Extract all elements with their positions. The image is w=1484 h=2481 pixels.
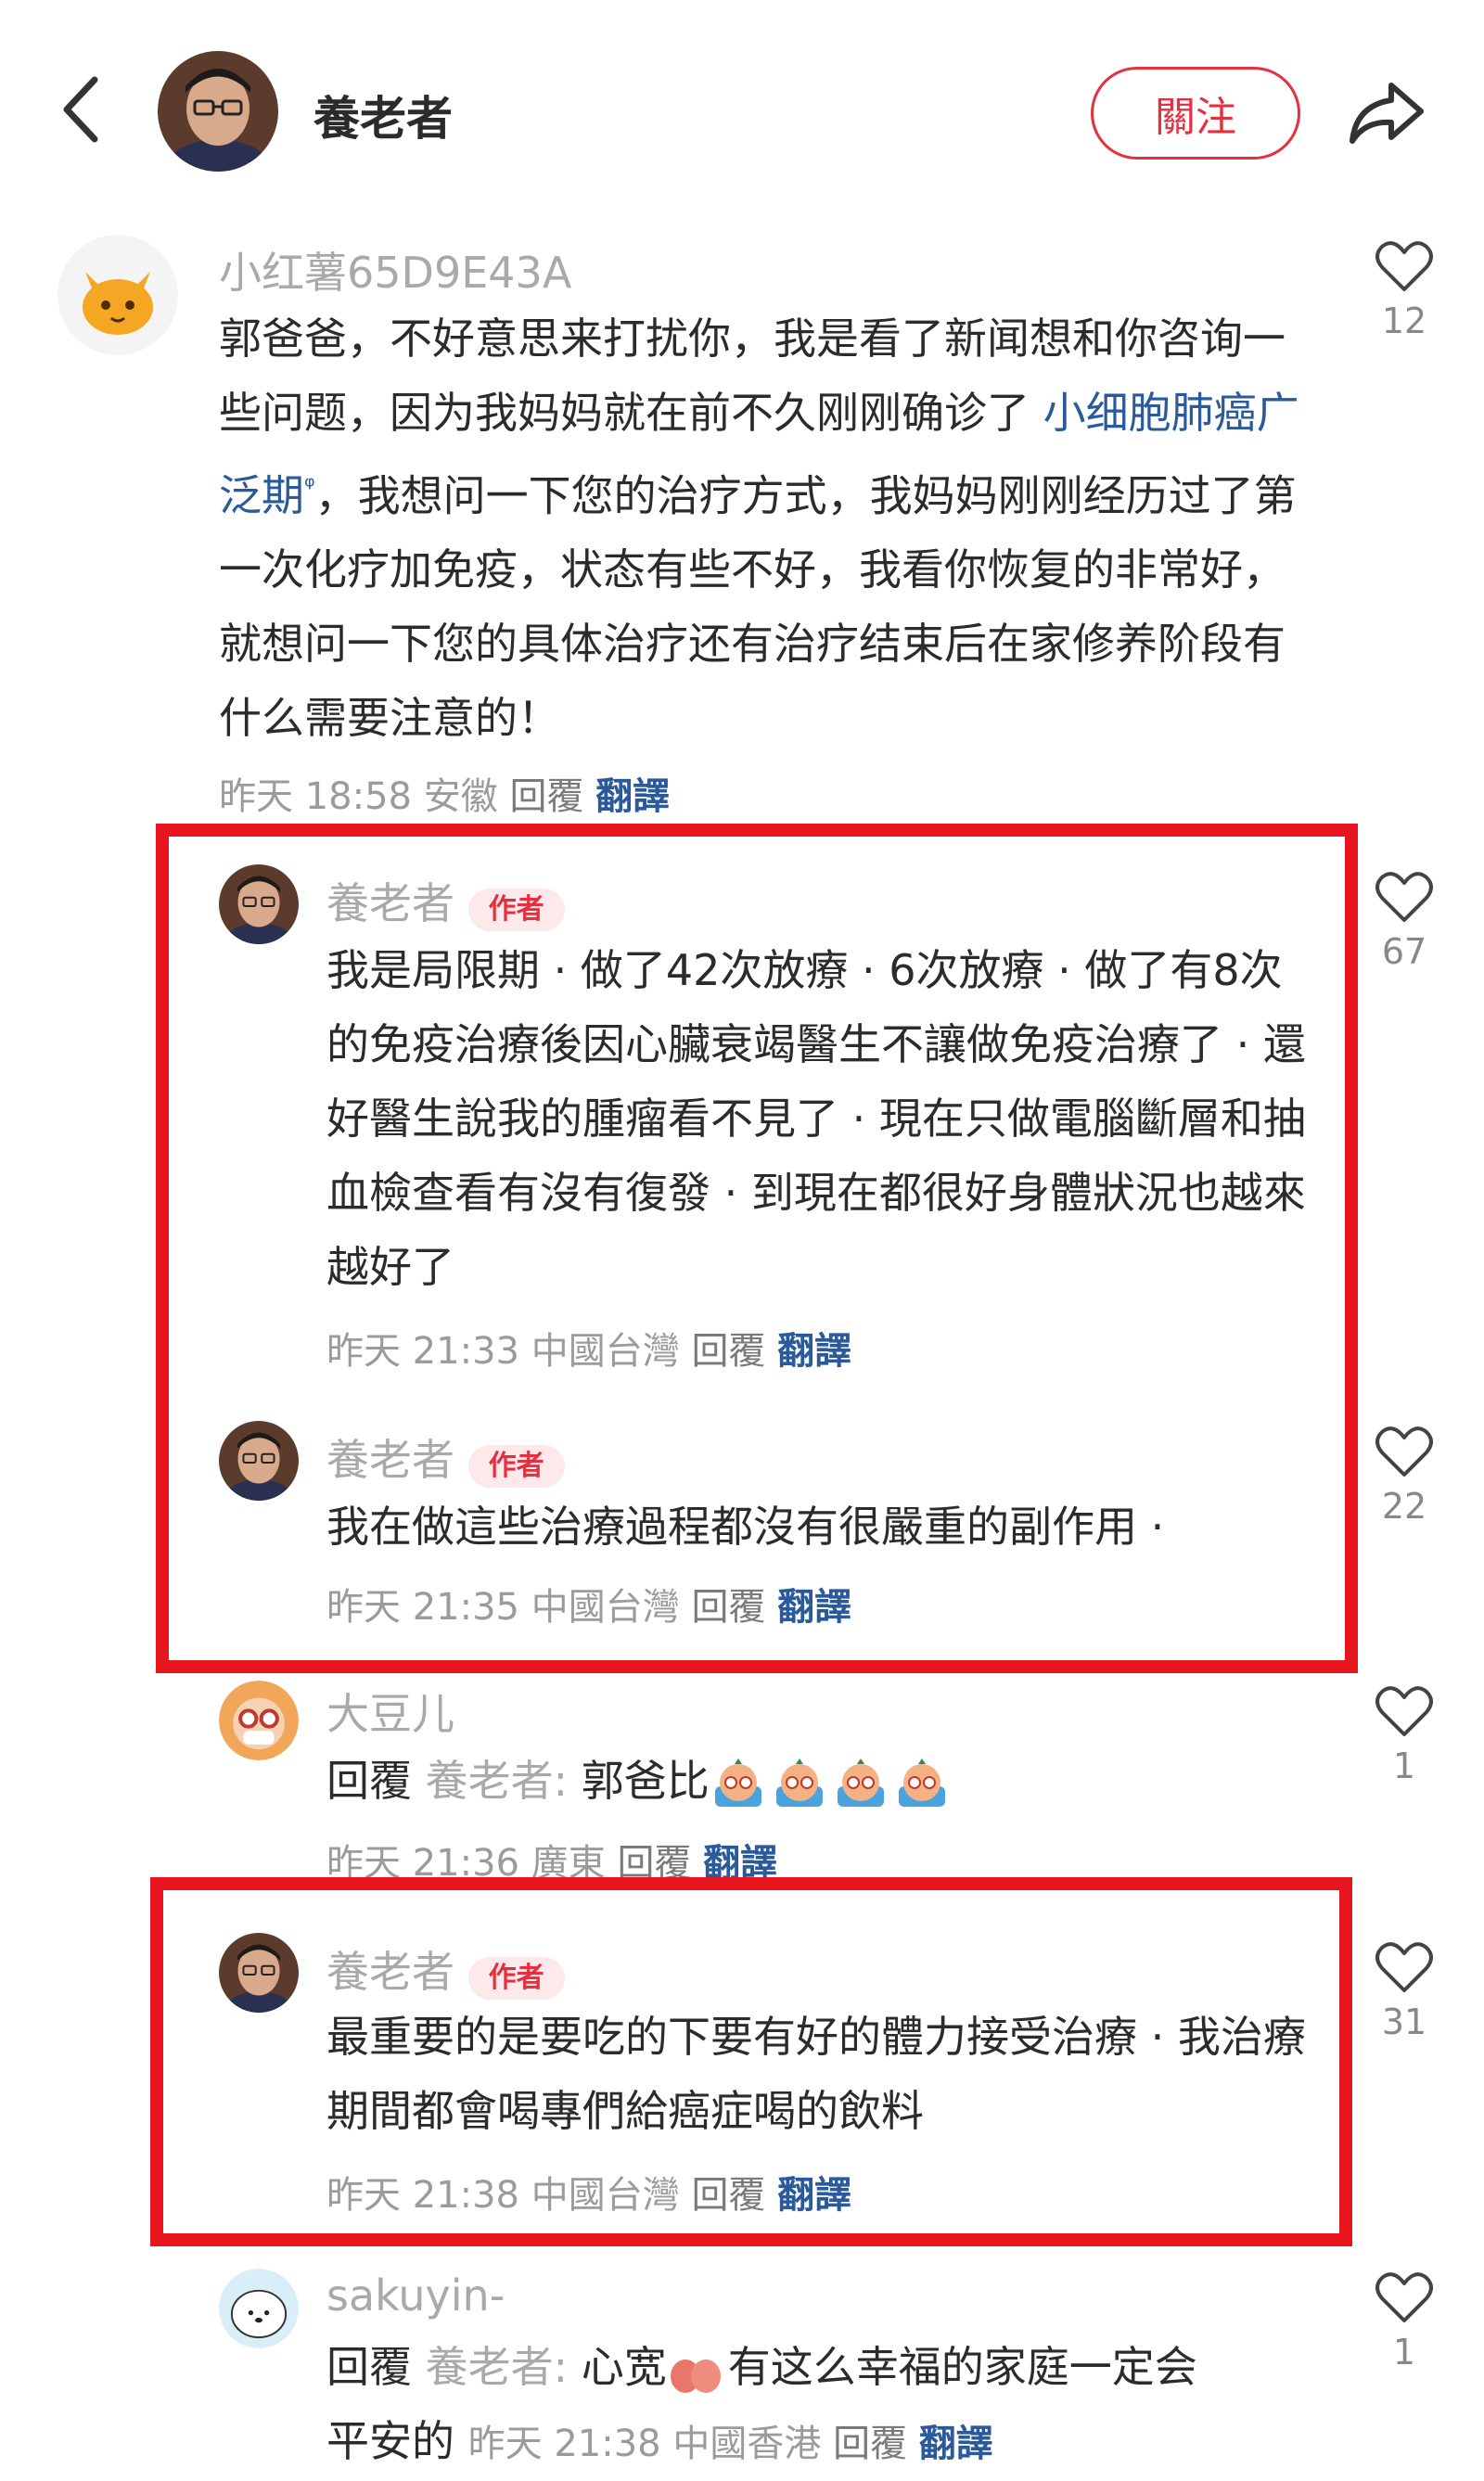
comment-meta: 昨天 21:35 中國台灣 回覆 翻譯 [326, 1586, 852, 1629]
like-count: 31 [1381, 2001, 1427, 2042]
emoji-icon [832, 1758, 889, 1810]
like-count: 22 [1381, 1486, 1427, 1527]
like-count: 1 [1392, 1746, 1416, 1786]
reply-button[interactable]: 回覆 [509, 775, 583, 818]
emoji-icon [771, 1758, 828, 1810]
comment-avatar[interactable] [219, 2269, 299, 2348]
author-badge: 作者 [467, 889, 565, 931]
comment-username[interactable]: sakuyin- [326, 2270, 505, 2321]
back-button[interactable] [56, 72, 111, 147]
follow-button[interactable]: 關注 [1091, 67, 1300, 160]
comment-username: 養老者 作者 [326, 870, 565, 931]
comment-username[interactable]: 小红薯65D9E43A [219, 239, 571, 301]
translate-button[interactable]: 翻譯 [919, 2423, 993, 2465]
like-button[interactable]: 31 [1367, 1940, 1441, 2042]
heart-icon [1375, 1426, 1433, 1477]
like-button[interactable]: 1 [1367, 1684, 1441, 1786]
comment-username: 養老者 作者 [326, 1426, 565, 1488]
like-button[interactable]: 67 [1367, 870, 1441, 972]
comment-avatar[interactable] [219, 1681, 299, 1760]
like-button[interactable]: 12 [1367, 239, 1441, 341]
heart-icon [1375, 1942, 1433, 1992]
comment-meta: 昨天 18:58 安徽 回覆 翻譯 [219, 775, 671, 818]
like-button[interactable]: 22 [1367, 1425, 1441, 1527]
emoji-icon [893, 1758, 951, 1810]
comment-username[interactable]: 大豆儿 [326, 1681, 454, 1742]
translate-button[interactable]: 翻譯 [595, 775, 670, 818]
author-avatar[interactable] [219, 1421, 299, 1501]
comment-text-line2: 平安的 昨天 21:38 中國香港 回覆 翻譯 [326, 2416, 993, 2466]
like-count: 12 [1381, 301, 1427, 341]
share-icon [1350, 83, 1424, 144]
comment-meta: 昨天 21:38 中國台灣 回覆 翻譯 [326, 2174, 852, 2217]
author-avatar[interactable] [219, 1933, 299, 2013]
header-title: 養老者 [313, 92, 453, 146]
author-badge: 作者 [467, 1445, 565, 1488]
author-avatar[interactable] [219, 864, 299, 944]
share-button[interactable] [1345, 74, 1428, 148]
comment-text: 郭爸爸，不好意思来打扰你，我是看了新闻想和你咨询一些问题，因为我妈妈就在前不久刚… [219, 313, 1299, 744]
comment-text: 回覆 養老者: 郭爸比 [326, 1744, 1310, 1818]
header-avatar[interactable] [158, 51, 278, 172]
comment-meta: 昨天 21:33 中國台灣 回覆 翻譯 [326, 1330, 852, 1373]
mention[interactable]: 養老者: [426, 2342, 569, 2392]
comment-avatar[interactable] [58, 235, 178, 355]
author-badge: 作者 [467, 1957, 565, 2000]
comment-text: 回覆 養老者: 心宽 有这么幸福的家庭一定会 [326, 2330, 1328, 2404]
translate-button[interactable]: 翻譯 [777, 2174, 851, 2217]
like-count: 67 [1381, 931, 1427, 972]
heart-icon [1375, 2272, 1433, 2322]
translate-button[interactable]: 翻譯 [777, 1330, 851, 1373]
reply-button[interactable]: 回覆 [691, 1330, 765, 1373]
comment-text: 我在做這些治療過程都沒有很嚴重的副作用 · [326, 1502, 1165, 1552]
heart-icon [1375, 872, 1433, 922]
peach-emoji-icon [667, 2345, 724, 2397]
reply-button[interactable]: 回覆 [691, 2174, 765, 2217]
like-button[interactable]: 1 [1367, 2270, 1441, 2372]
mention[interactable]: 養老者: [426, 1756, 569, 1806]
emoji-icon [710, 1758, 767, 1810]
comment-username: 養老者 作者 [326, 1938, 565, 2000]
comment-text: 我是局限期 · 做了42次放療 · 6次放療 · 做了有8次的免疫治療後因心臟衰… [326, 945, 1306, 1292]
search-link-icon: ᵠ [304, 471, 315, 502]
translate-button[interactable]: 翻譯 [777, 1586, 851, 1629]
comment-text: 最重要的是要吃的下要有好的體力接受治療 · 我治療期間都會喝專們給癌症喝的飲料 [326, 2012, 1306, 2136]
heart-icon [1375, 1686, 1433, 1736]
reply-button[interactable]: 回覆 [691, 1586, 765, 1629]
heart-icon [1375, 241, 1433, 291]
back-arrow-icon [63, 76, 98, 143]
emoji-group [710, 1756, 954, 1807]
reply-button[interactable]: 回覆 [833, 2423, 907, 2465]
like-count: 1 [1392, 2332, 1416, 2372]
comment-meta: 昨天 21:38 中國香港 回覆 翻譯 [467, 2423, 993, 2465]
